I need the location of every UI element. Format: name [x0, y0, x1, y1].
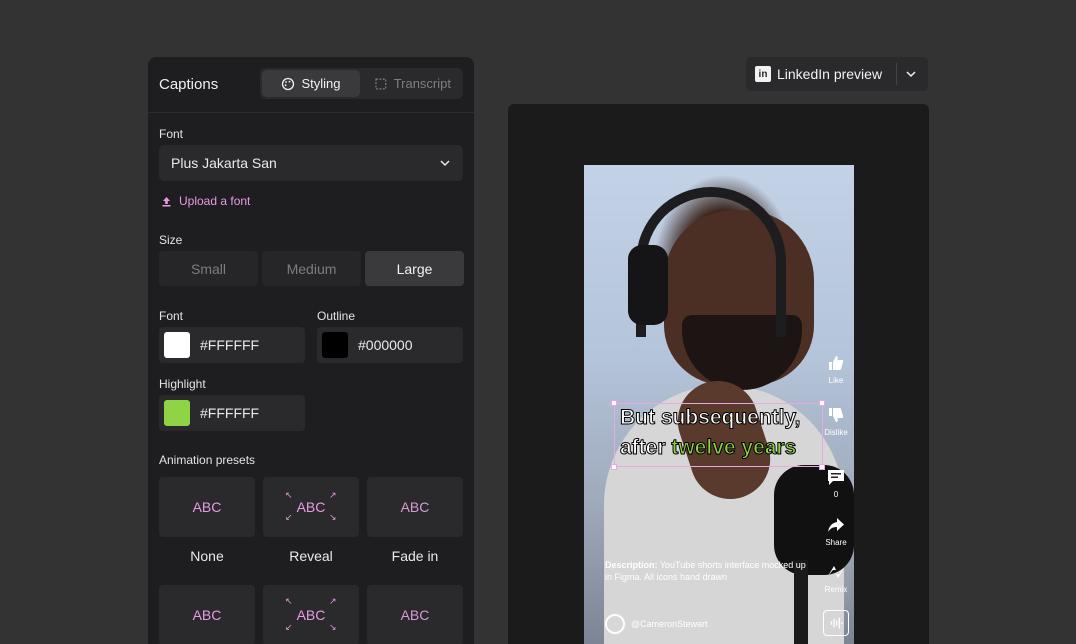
preset-sample: ABC — [400, 499, 430, 515]
font-color-field[interactable]: #FFFFFF — [159, 327, 305, 363]
chevron-down-icon[interactable] — [905, 68, 917, 80]
chevron-down-icon — [440, 160, 450, 167]
avatar[interactable] — [605, 614, 625, 634]
preset-none[interactable]: ABC — [159, 477, 255, 537]
preset-reveal-label: Reveal — [289, 548, 333, 564]
sound-button[interactable] — [823, 610, 849, 636]
author-handle: @CameronStewart — [631, 619, 708, 629]
share-label: Share — [825, 538, 847, 547]
tab-transcript-label: Transcript — [393, 76, 451, 91]
palette-icon — [282, 77, 295, 90]
preset-5[interactable]: ↖ ↗ ↙ ↘ ABC — [263, 585, 359, 644]
highlight-color-swatch[interactable] — [164, 400, 190, 426]
like-button[interactable]: Like — [822, 353, 850, 385]
size-label: Size — [159, 233, 183, 247]
panel-header: Captions Styling Transcript — [148, 57, 474, 113]
preset-6[interactable]: ABC — [367, 585, 463, 644]
tab-transcript[interactable]: Transcript — [364, 70, 461, 97]
transcript-icon — [375, 78, 387, 89]
author-row[interactable]: @CameronStewart — [605, 614, 708, 634]
video-description: Description: YouTube shorts interface mo… — [605, 559, 810, 583]
dislike-label: Dislike — [824, 428, 848, 437]
divider — [896, 63, 897, 85]
share-icon — [828, 518, 844, 532]
preset-sample: ABC — [192, 499, 222, 515]
arrow-se-icon: ↘ — [329, 622, 337, 632]
description-heading: Description: — [605, 560, 658, 570]
thumbs-up-icon — [829, 356, 844, 370]
arrow-sw-icon: ↙ — [285, 622, 293, 632]
caption-highlight-word: twelve years — [671, 436, 797, 460]
comment-icon — [828, 470, 844, 485]
remix-icon — [828, 566, 844, 578]
preset-fade-in[interactable]: ABC — [367, 477, 463, 537]
upload-icon — [162, 196, 171, 206]
resize-handle-tl[interactable] — [611, 400, 617, 406]
preset-sample: ABC — [296, 607, 326, 623]
outline-color-field[interactable]: #000000 — [317, 327, 463, 363]
like-label: Like — [828, 376, 844, 385]
preset-reveal[interactable]: ↖ ↗ ↙ ↘ ABC — [263, 477, 359, 537]
font-color-label: Font — [159, 309, 184, 323]
panel-title: Captions — [159, 76, 219, 93]
captions-panel: Captions Styling Transcript Font Plus Ja… — [148, 57, 474, 644]
preview-platform-label: LinkedIn preview — [777, 66, 883, 82]
tab-styling-label: Styling — [301, 76, 341, 91]
preset-fade-in-label: Fade in — [391, 548, 439, 564]
size-medium-button[interactable]: Medium — [262, 251, 361, 286]
preset-none-label: None — [190, 548, 224, 564]
upload-font-link[interactable]: Upload a font — [161, 194, 250, 208]
caption-line-1: But subsequently, — [619, 406, 801, 430]
caption-line-2: after twelve years — [619, 436, 797, 460]
animation-presets-label: Animation presets — [159, 453, 256, 467]
upload-font-label: Upload a font — [179, 194, 251, 208]
remix-label: Remix — [824, 585, 848, 594]
font-label: Font — [159, 127, 184, 141]
outline-color-label: Outline — [317, 309, 356, 323]
preset-sample: ABC — [296, 499, 326, 515]
preset-sample: ABC — [400, 607, 430, 623]
soundwave-icon — [830, 617, 843, 629]
thumbs-down-icon — [829, 408, 844, 422]
highlight-color-field[interactable]: #FFFFFF — [159, 395, 305, 431]
arrow-nw-icon: ↖ — [285, 596, 293, 606]
font-select-value: Plus Jakarta San — [171, 155, 277, 171]
outline-color-value: #000000 — [358, 337, 413, 353]
comment-button[interactable]: 0 — [822, 467, 850, 499]
tab-styling[interactable]: Styling — [262, 70, 360, 97]
size-large-button[interactable]: Large — [365, 251, 464, 286]
highlight-label: Highlight — [159, 377, 206, 391]
preset-sample: ABC — [192, 607, 222, 623]
highlight-color-value: #FFFFFF — [200, 405, 260, 421]
dislike-button[interactable]: Dislike — [822, 405, 850, 437]
arrow-se-icon: ↙ — [285, 512, 293, 522]
caption-line-2-prefix: after — [619, 436, 672, 460]
comment-count: 0 — [833, 490, 839, 499]
remix-button[interactable]: Remix — [822, 562, 850, 594]
size-small-button[interactable]: Small — [159, 251, 258, 286]
font-color-value: #FFFFFF — [200, 337, 260, 353]
font-color-swatch[interactable] — [164, 332, 190, 358]
arrow-ne-icon: ↖ — [285, 490, 293, 500]
preset-4[interactable]: ABC — [159, 585, 255, 644]
arrow-ne-icon: ↗ — [329, 596, 337, 606]
headphones-earcup — [628, 245, 668, 325]
resize-handle-bl[interactable] — [611, 464, 617, 470]
share-button[interactable]: Share — [822, 515, 850, 547]
tab-group: Styling Transcript — [260, 68, 463, 99]
arrow-nw-icon: ↗ — [329, 490, 337, 500]
arrow-sw-icon: ↘ — [329, 512, 337, 522]
font-select[interactable]: Plus Jakarta San — [159, 145, 463, 181]
linkedin-icon: in — [755, 66, 771, 82]
preview-platform-select[interactable]: in LinkedIn preview — [746, 57, 928, 91]
outline-color-swatch[interactable] — [322, 332, 348, 358]
